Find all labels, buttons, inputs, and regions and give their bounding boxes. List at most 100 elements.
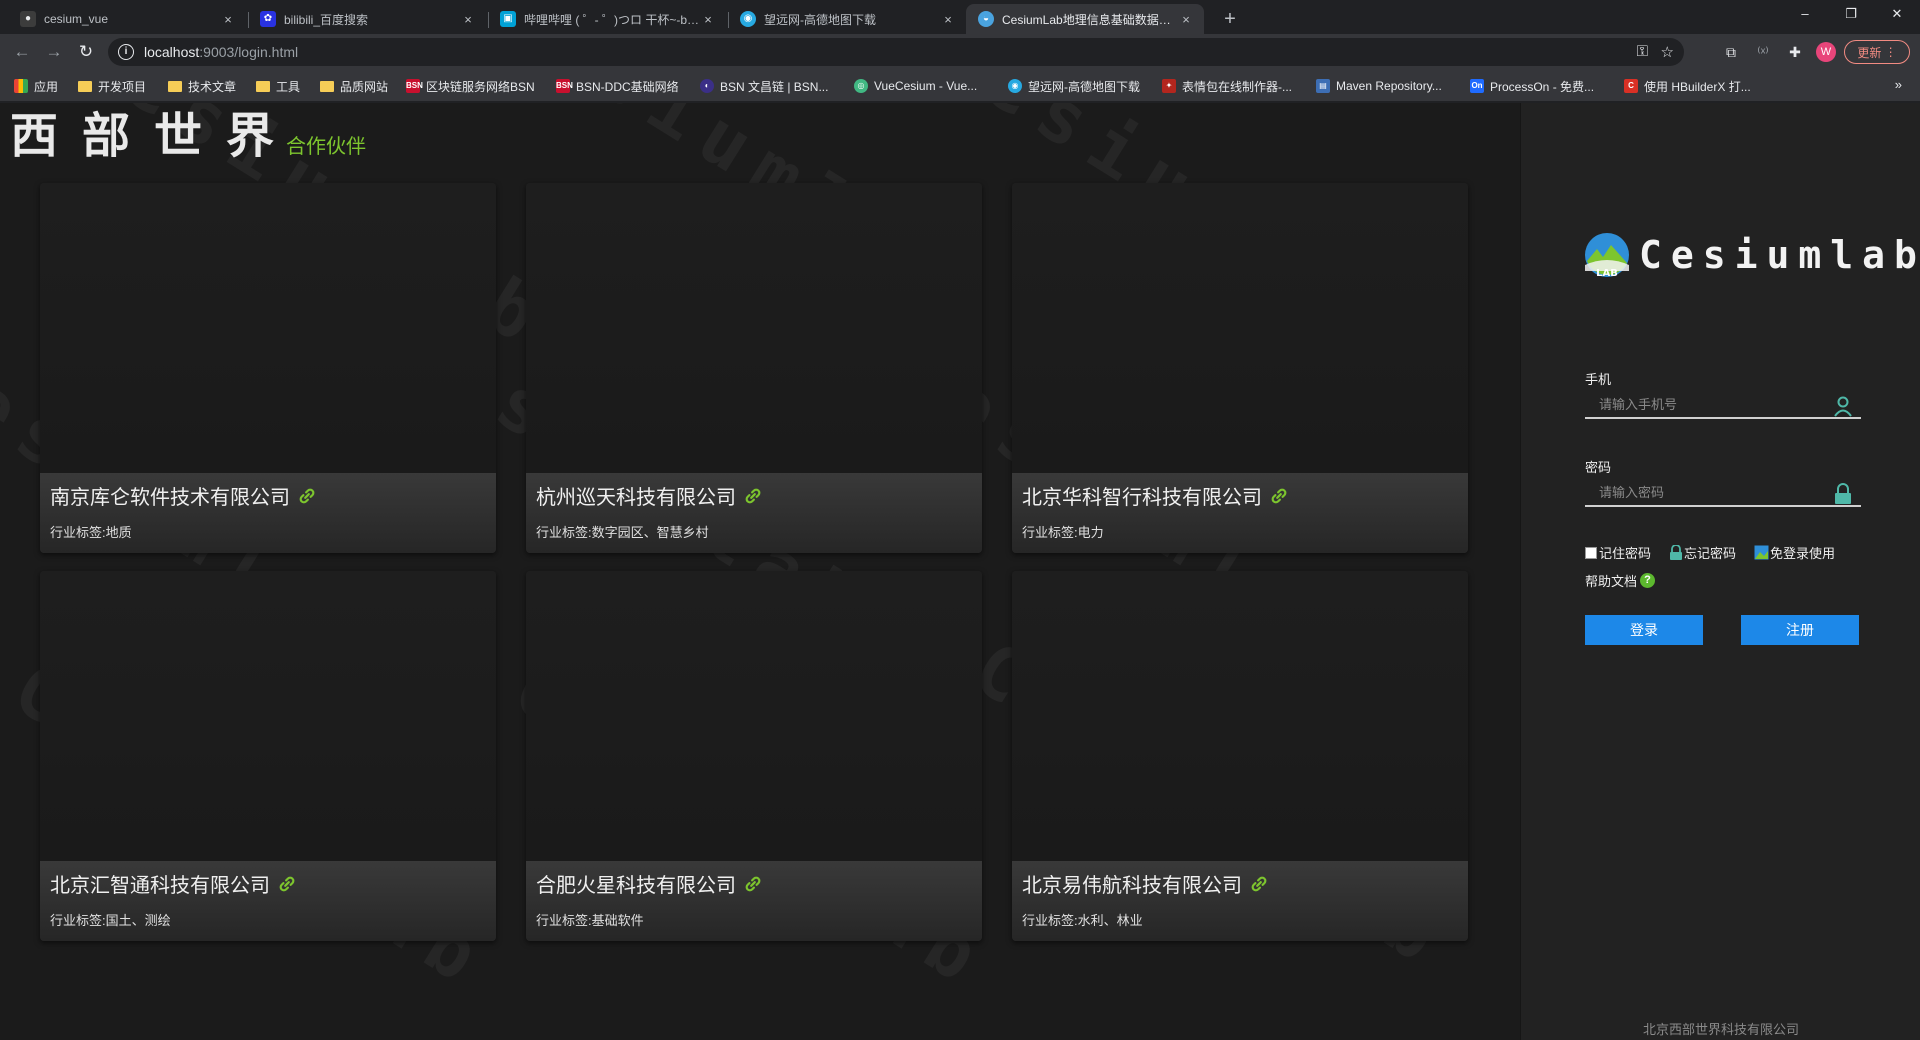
help-doc-link[interactable]: 帮助文档 ? — [1585, 571, 1656, 590]
link-icon[interactable] — [744, 487, 762, 505]
partner-card[interactable]: 北京易伟航科技有限公司 行业标签:水利、林业 — [1012, 571, 1468, 941]
globe-icon: ◉ — [740, 11, 756, 27]
link-icon[interactable] — [278, 875, 296, 893]
bookmarks-bar: 应用 开发项目 技术文章 工具 品质网站 BSN 区块链服务网络BSN BSN BS… — [0, 70, 1920, 102]
password-field — [1585, 479, 1861, 507]
bookmark-label: BSN 文昌链 | BSN... — [720, 79, 829, 94]
bookmark-maven[interactable]: ▤ Maven Repository... — [1316, 77, 1442, 95]
tab-close-icon[interactable]: × — [220, 12, 236, 27]
partner-name-row: 南京库仑软件技术有限公司 — [50, 481, 486, 510]
baidu-icon: ✿ — [260, 11, 276, 27]
profile-avatar[interactable]: W — [1816, 42, 1836, 62]
no-login-link[interactable]: 免登录使用 — [1754, 543, 1835, 562]
partner-card[interactable]: 杭州巡天科技有限公司 行业标签:数字园区、智慧乡村 — [526, 183, 982, 553]
tab-strip: ● cesium_vue × ✿ bilibili_百度搜索 × ▣ 哔哩哔哩 … — [0, 0, 1920, 34]
bookmark-bsn[interactable]: BSN 区块链服务网络BSN — [406, 77, 535, 95]
register-button[interactable]: 注册 — [1741, 615, 1859, 645]
bookmark-processon[interactable]: On ProcessOn - 免费... — [1470, 77, 1594, 95]
restore-button[interactable]: ❐ — [1828, 0, 1874, 30]
bookmark-wangyuan[interactable]: ◉ 望远网-高德地图下载 — [1008, 77, 1140, 95]
close-window-button[interactable]: ✕ — [1874, 0, 1920, 30]
tab-close-icon[interactable]: × — [940, 12, 956, 27]
site-info-icon[interactable]: i — [118, 44, 134, 60]
link-icon[interactable] — [1250, 875, 1268, 893]
link-icon[interactable] — [298, 487, 316, 505]
cesiumlab-icon: ◒ — [978, 11, 994, 27]
partner-name: 杭州巡天科技有限公司 — [536, 487, 736, 509]
extension-icon[interactable]: ⁽ˣ⁾ — [1752, 41, 1774, 63]
tab-cesium-vue[interactable]: ● cesium_vue × — [8, 4, 246, 34]
reload-icon[interactable]: ↻ — [72, 38, 100, 66]
partner-tag: 行业标签:国土、测绘 — [50, 913, 171, 928]
bookmarks-overflow-icon[interactable]: » — [1895, 77, 1902, 92]
partner-name: 合肥火星科技有限公司 — [536, 875, 736, 897]
partner-card[interactable]: 合肥火星科技有限公司 行业标签:基础软件 — [526, 571, 982, 941]
card-image — [40, 571, 496, 861]
folder-icon — [320, 80, 334, 92]
extension-icon[interactable]: ⧉ — [1720, 41, 1742, 63]
password-input[interactable] — [1585, 479, 1825, 505]
bookmark-meme[interactable]: ✦ 表情包在线制作器-... — [1162, 77, 1292, 95]
tab-title: bilibili_百度搜索 — [284, 12, 369, 27]
key-icon[interactable]: ⚿ — [1637, 43, 1648, 60]
remember-password-option[interactable]: 记住密码 — [1585, 543, 1651, 562]
site-logo: 西部世界 — [10, 108, 299, 164]
bookmark-hbuilderx[interactable]: C 使用 HBuilderX 打... — [1624, 77, 1751, 95]
bookmark-star-icon[interactable]: ☆ — [1661, 43, 1674, 61]
remember-checkbox[interactable] — [1585, 546, 1597, 559]
tab-title: cesium_vue — [44, 12, 109, 26]
tab-close-icon[interactable]: × — [460, 12, 476, 27]
bookmark-folder[interactable]: 工具 — [256, 77, 300, 95]
bookmark-label: VueCesium - Vue... — [874, 79, 978, 93]
login-button[interactable]: 登录 — [1585, 615, 1703, 645]
bookmark-folder[interactable]: 开发项目 — [78, 77, 146, 95]
link-icon[interactable] — [744, 875, 762, 893]
bookmark-apps[interactable]: 应用 — [14, 77, 58, 95]
address-bar[interactable]: i localhost:9003/login.html ⚿ ☆ — [108, 38, 1684, 66]
card-footer: 合肥火星科技有限公司 行业标签:基础软件 — [526, 861, 982, 941]
hbuilderx-icon: C — [1624, 79, 1638, 93]
tab-close-icon[interactable]: × — [700, 12, 716, 27]
brand: LAB Cesiumlab — [1583, 231, 1920, 279]
puzzle-icon[interactable]: ✚ — [1784, 41, 1806, 63]
tab-cesiumlab[interactable]: ◒ CesiumLab地理信息基础数据处理 × — [966, 4, 1204, 34]
partner-card[interactable]: 南京库仑软件技术有限公司 行业标签:地质 — [40, 183, 496, 553]
tab-bilibili[interactable]: ▣ 哔哩哔哩 ( ゜- ゜)つロ 干杯~-bilibili × — [488, 4, 726, 34]
link-icon[interactable] — [1270, 487, 1288, 505]
meme-icon: ✦ — [1162, 79, 1176, 93]
forgot-password-link[interactable]: 忘记密码 — [1669, 543, 1736, 562]
minimize-button[interactable]: – — [1782, 0, 1828, 30]
bookmark-label: 品质网站 — [340, 79, 389, 94]
lock-icon — [1670, 544, 1683, 560]
tab-title: CesiumLab地理信息基础数据处理 — [1002, 12, 1178, 27]
update-button[interactable]: 更新 ⋮ — [1844, 40, 1910, 64]
forgot-label: 忘记密码 — [1684, 546, 1737, 561]
cesiumlab-logo-icon: LAB — [1585, 233, 1629, 279]
tab-close-icon[interactable]: × — [1178, 12, 1194, 27]
bookmark-folder[interactable]: 品质网站 — [320, 77, 388, 95]
bookmark-folder[interactable]: 技术文章 — [168, 77, 236, 95]
card-footer: 北京汇智通科技有限公司 行业标签:国土、测绘 — [40, 861, 496, 941]
bookmark-label: 技术文章 — [188, 79, 237, 94]
password-label: 密码 — [1585, 460, 1612, 475]
bookmark-vuecesium[interactable]: ◎ VueCesium - Vue... — [854, 77, 977, 95]
back-icon[interactable]: ← — [8, 38, 36, 66]
new-tab-button[interactable]: + — [1216, 6, 1244, 34]
partner-card[interactable]: 北京华科智行科技有限公司 行业标签:电力 — [1012, 183, 1468, 553]
bookmark-bsn-ddc[interactable]: BSN BSN-DDC基础网络 — [556, 77, 679, 95]
page-viewport: Cesiumlab Cesiumlab Cesiumlab Cesiumlab … — [0, 103, 1920, 1040]
tab-baidu[interactable]: ✿ bilibili_百度搜索 × — [248, 4, 486, 34]
phone-input[interactable] — [1585, 391, 1825, 417]
bookmark-label: 开发项目 — [98, 79, 147, 94]
partner-card[interactable]: 北京汇智通科技有限公司 行业标签:国土、测绘 — [40, 571, 496, 941]
tab-wangyuan[interactable]: ◉ 望远网-高德地图下载 × — [728, 4, 966, 34]
bookmark-bsn-wenchang[interactable]: ◐ BSN 文昌链 | BSN... — [700, 77, 828, 95]
card-footer: 北京易伟航科技有限公司 行业标签:水利、林业 — [1012, 861, 1468, 941]
tab-title: 望远网-高德地图下载 — [764, 12, 876, 27]
maven-icon: ▤ — [1316, 79, 1330, 93]
partner-name: 北京汇智通科技有限公司 — [50, 875, 270, 897]
login-options: 记住密码 忘记密码 免登录使用 — [1585, 543, 1853, 562]
vuecesium-icon: ◎ — [854, 79, 868, 93]
forward-icon[interactable]: → — [40, 38, 68, 66]
company-footer: 北京西部世界科技有限公司 — [1642, 1022, 1799, 1037]
